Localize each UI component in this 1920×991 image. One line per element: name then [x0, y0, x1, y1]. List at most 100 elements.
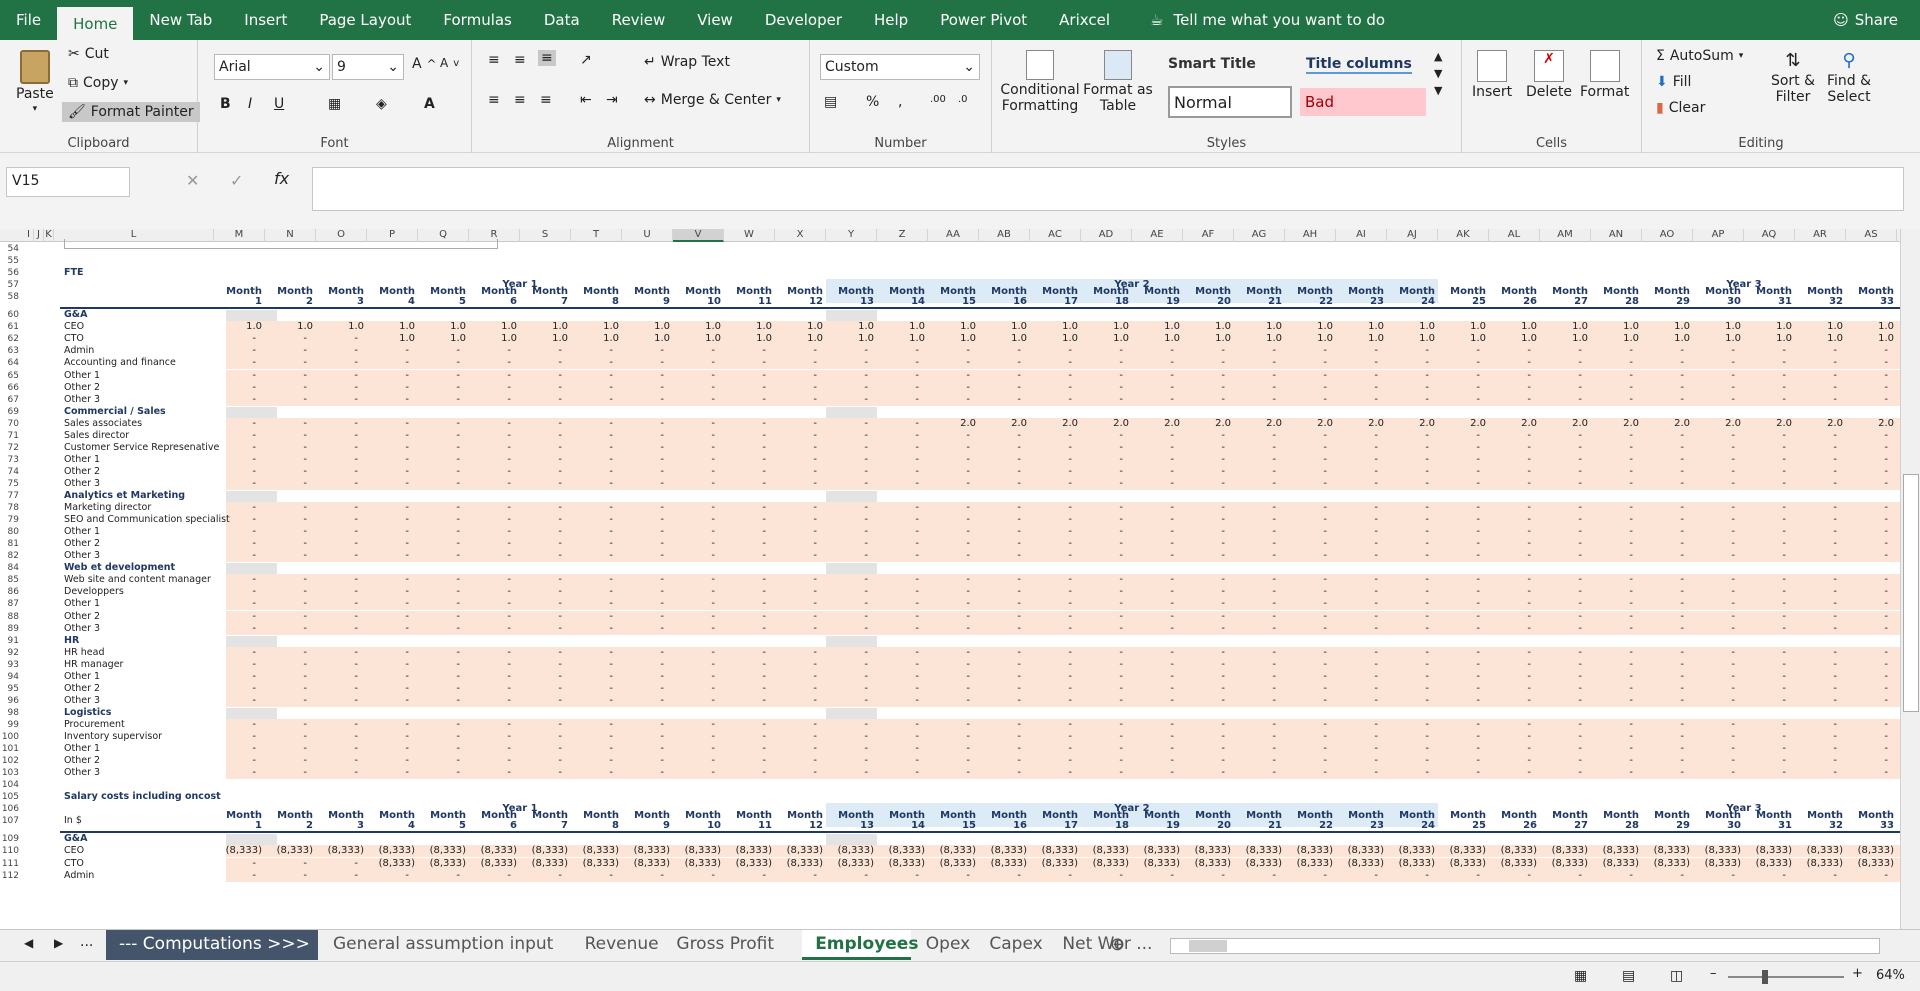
grid-cell[interactable]: -: [469, 550, 517, 562]
grid-cell[interactable]: -: [520, 719, 568, 731]
grid-cell[interactable]: -: [1438, 671, 1486, 683]
grid-cell[interactable]: -: [1489, 502, 1537, 514]
grid-cell[interactable]: -: [1693, 731, 1741, 743]
grid-cell[interactable]: -: [622, 466, 670, 478]
grid-cell[interactable]: -: [316, 767, 364, 779]
grid-cell[interactable]: -: [418, 357, 466, 369]
grid-cell[interactable]: -: [1744, 767, 1792, 779]
grid-cell[interactable]: -: [826, 442, 874, 454]
grid-cell[interactable]: -: [1285, 478, 1333, 490]
grid-cell[interactable]: (8,333): [724, 845, 772, 857]
grid-cell[interactable]: -: [1234, 671, 1282, 683]
grid-cell[interactable]: -: [928, 598, 976, 610]
grid-cell[interactable]: -: [1438, 623, 1486, 635]
grid-cell[interactable]: -: [1234, 574, 1282, 586]
grid-cell[interactable]: -: [1285, 598, 1333, 610]
grid-cell[interactable]: -: [775, 695, 823, 707]
grid-cell[interactable]: -: [418, 647, 466, 659]
col-header-AI[interactable]: AI: [1336, 229, 1387, 242]
grid-cell[interactable]: -: [1234, 659, 1282, 671]
grid-cell[interactable]: -: [1132, 598, 1180, 610]
grid-cell[interactable]: -: [367, 345, 415, 357]
grid-cell[interactable]: -: [1693, 767, 1741, 779]
grid-cell[interactable]: -: [1540, 695, 1588, 707]
col-header-AF[interactable]: AF: [1183, 229, 1234, 242]
grid-cell[interactable]: -: [724, 683, 772, 695]
grid-cell[interactable]: -: [1846, 586, 1894, 598]
grid-cell[interactable]: -: [877, 370, 925, 382]
grid-cell[interactable]: (8,333): [571, 858, 619, 870]
grid-cell[interactable]: -: [316, 430, 364, 442]
grid-cell[interactable]: -: [1642, 514, 1690, 526]
grid-cell[interactable]: -: [724, 382, 772, 394]
grid-cell[interactable]: -: [1030, 514, 1078, 526]
grid-cell[interactable]: (8,333): [1234, 858, 1282, 870]
grid-cell[interactable]: -: [214, 430, 262, 442]
grid-cell[interactable]: -: [1132, 370, 1180, 382]
grid-cell[interactable]: -: [1744, 623, 1792, 635]
grid-cell[interactable]: -: [1846, 683, 1894, 695]
grid-cell[interactable]: -: [469, 382, 517, 394]
grid-cell[interactable]: -: [1387, 647, 1435, 659]
grid-cell[interactable]: -: [265, 671, 313, 683]
grid-cell[interactable]: -: [1642, 550, 1690, 562]
grid-cell[interactable]: -: [775, 550, 823, 562]
grid-cell[interactable]: (8,333): [979, 858, 1027, 870]
grid-cell[interactable]: -: [1489, 382, 1537, 394]
grid-cell[interactable]: -: [724, 345, 772, 357]
grid-cell[interactable]: -: [1540, 647, 1588, 659]
grid-cell[interactable]: -: [1540, 538, 1588, 550]
grid-cell[interactable]: -: [1234, 743, 1282, 755]
grid-cell[interactable]: -: [1846, 870, 1894, 882]
grid-cell[interactable]: -: [1642, 743, 1690, 755]
grid-cell[interactable]: -: [1234, 586, 1282, 598]
grid-cell[interactable]: -: [1438, 695, 1486, 707]
grid-cell[interactable]: -: [520, 454, 568, 466]
grid-cell[interactable]: -: [1846, 526, 1894, 538]
grid-cell[interactable]: -: [928, 370, 976, 382]
grid-cell[interactable]: -: [418, 394, 466, 406]
row-header-95[interactable]: 95: [0, 683, 22, 695]
col-header-AN[interactable]: AN: [1591, 229, 1642, 242]
grid-cell[interactable]: 1.0: [1693, 333, 1741, 345]
grid-cell[interactable]: -: [1183, 671, 1231, 683]
grid-cell[interactable]: -: [1438, 430, 1486, 442]
grid-cell[interactable]: -: [1132, 767, 1180, 779]
grid-cell[interactable]: (8,333): [928, 858, 976, 870]
grid-cell[interactable]: 1.0: [1336, 333, 1384, 345]
col-header-I[interactable]: I: [24, 229, 34, 242]
grid-cell[interactable]: -: [214, 574, 262, 586]
grid-cell[interactable]: -: [520, 623, 568, 635]
grid-cell[interactable]: -: [1285, 382, 1333, 394]
grid-cell[interactable]: -: [1744, 671, 1792, 683]
grid-cell[interactable]: -: [1693, 647, 1741, 659]
grid-cell[interactable]: -: [979, 623, 1027, 635]
grid-cell[interactable]: -: [1387, 454, 1435, 466]
grid-cell[interactable]: -: [1744, 647, 1792, 659]
grid-cell[interactable]: -: [673, 478, 721, 490]
grid-cell[interactable]: -: [1183, 574, 1231, 586]
grid-cell[interactable]: -: [1183, 611, 1231, 623]
grid-cell[interactable]: -: [1540, 731, 1588, 743]
grid-cell[interactable]: -: [979, 345, 1027, 357]
grid-cell[interactable]: -: [1540, 659, 1588, 671]
grid-cell[interactable]: -: [1336, 611, 1384, 623]
grid-cell[interactable]: -: [1489, 683, 1537, 695]
grid-cell[interactable]: -: [1744, 345, 1792, 357]
grid-cell[interactable]: -: [622, 731, 670, 743]
grid-cell[interactable]: -: [1030, 623, 1078, 635]
grid-cell[interactable]: -: [1642, 719, 1690, 731]
grid-cell[interactable]: -: [775, 357, 823, 369]
grid-cell[interactable]: -: [520, 394, 568, 406]
grid-cell[interactable]: -: [1693, 755, 1741, 767]
grid-cell[interactable]: 2.0: [1285, 418, 1333, 430]
grid-cell[interactable]: -: [928, 611, 976, 623]
grid-cell[interactable]: -: [1693, 382, 1741, 394]
grid-cell[interactable]: 1.0: [316, 321, 364, 333]
grid-cell[interactable]: -: [520, 370, 568, 382]
grid-cell[interactable]: 1.0: [418, 333, 466, 345]
grid-cell[interactable]: -: [1132, 743, 1180, 755]
grid-cell[interactable]: -: [724, 526, 772, 538]
grid-cell[interactable]: -: [1336, 574, 1384, 586]
grid-cell[interactable]: -: [1030, 767, 1078, 779]
